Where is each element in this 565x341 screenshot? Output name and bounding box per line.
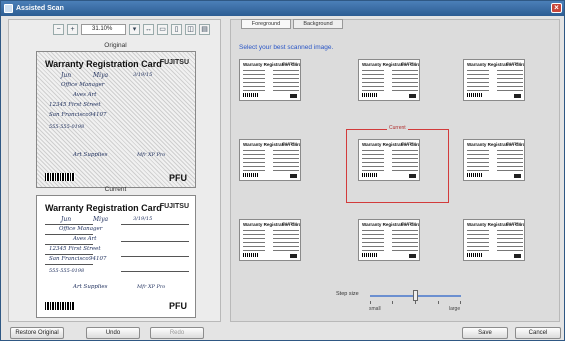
preview-toolbar: − + 31.10% ▾ ↔ ▭ ▯ ◫ ▤ [53, 22, 210, 36]
scan-candidate-thumbnail[interactable]: Warranty Registration Card FUJITSU [239, 219, 301, 261]
instruction-text: Select your best scanned image. [239, 44, 334, 51]
hw-business: Art Supplies [73, 284, 108, 290]
scan-candidate-thumbnail[interactable]: Warranty Registration Card FUJITSU [358, 59, 420, 101]
original-caption: Original [104, 42, 127, 49]
step-size-slider-handle[interactable] [413, 290, 418, 301]
fujitsu-logo: FUJITSU [159, 59, 189, 66]
fujitsu-logo: FUJITSU [159, 203, 189, 210]
hw-street: 12345 First Street [49, 102, 101, 108]
thumbnail-logo: FUJITSU [506, 142, 521, 146]
side-by-side-icon[interactable]: ◫ [185, 23, 196, 35]
current-thumbnail-label: Current [387, 125, 408, 131]
hw-phone: 555-555-0198 [49, 268, 85, 274]
zoom-field[interactable]: 31.10% [81, 23, 126, 35]
undo-button[interactable]: Undo [86, 327, 140, 339]
scan-candidate-thumbnail[interactable]: Warranty Registration Card FUJITSU [463, 139, 525, 181]
thumbnail-logo: FUJITSU [282, 142, 297, 146]
current-caption: Current [104, 186, 127, 193]
hw-city: San Francisco [49, 112, 89, 118]
current-scan-image: Warranty Registration Card FUJITSU Jun M… [36, 195, 196, 318]
hw-business: Art Supplies [73, 152, 108, 158]
hw-title: Office Manager [59, 226, 103, 232]
stacked-view-icon[interactable]: ▤ [199, 23, 210, 35]
hw-date: 3/19/15 [133, 72, 153, 78]
step-size-control: Step size small large [333, 290, 478, 320]
hw-phone: 555-555-0198 [49, 124, 85, 130]
assisted-scan-window: Assisted Scan × − + 31.10% ▾ ↔ ▭ ▯ ◫ ▤ O… [0, 0, 565, 341]
tab-background[interactable]: Background [293, 19, 343, 29]
tab-foreground[interactable]: Foreground [241, 19, 291, 29]
barcode [45, 173, 75, 181]
hw-title: Office Manager [61, 82, 105, 88]
thumbnail-logo: FUJITSU [506, 62, 521, 66]
restore-original-button[interactable]: Restore Original [10, 327, 64, 339]
hw-last-name: Miya [93, 72, 109, 79]
barcode [45, 302, 75, 310]
hw-street: 12345 First Street [49, 246, 101, 252]
current-thumbnail-frame: Current [346, 125, 449, 203]
cancel-button[interactable]: Cancel [515, 327, 561, 339]
zoom-dropdown-icon[interactable]: ▾ [129, 23, 140, 35]
app-icon [4, 4, 13, 13]
hw-zip: 94107 [89, 256, 107, 262]
original-scan-image: Warranty Registration Card FUJITSU Jun M… [36, 51, 196, 188]
scan-candidate-thumbnail[interactable]: Warranty Registration Card FUJITSU [358, 219, 420, 261]
hw-zip: 94107 [89, 112, 107, 118]
pfu-logo: PFU [169, 301, 187, 311]
save-button[interactable]: Save [462, 327, 508, 339]
card-title: Warranty Registration Card [45, 59, 162, 69]
hw-os: Mfr XP Pro [137, 152, 166, 158]
scan-candidate-thumbnail[interactable]: Warranty Registration Card FUJITSU [239, 139, 301, 181]
preview-pane: − + 31.10% ▾ ↔ ▭ ▯ ◫ ▤ Original Warranty… [8, 19, 221, 322]
zoom-out-icon[interactable]: − [53, 23, 64, 35]
hw-last-name: Miya [93, 216, 109, 223]
hw-first-name: Jun [61, 72, 72, 79]
thumbnail-logo: FUJITSU [401, 222, 416, 226]
scan-candidate-thumbnail[interactable]: Warranty Registration Card FUJITSU [463, 219, 525, 261]
thumbnail-logo: FUJITSU [282, 222, 297, 226]
step-large-label: large [449, 306, 461, 312]
thumbnail-logo: FUJITSU [282, 62, 297, 66]
hw-company: Aves Art [73, 92, 97, 98]
scan-candidate-thumbnail[interactable]: Warranty Registration Card FUJITSU [463, 59, 525, 101]
close-icon[interactable]: × [551, 3, 562, 13]
pfu-logo: PFU [169, 173, 187, 183]
fit-page-icon[interactable]: ▭ [157, 23, 168, 35]
redo-button[interactable]: Redo [150, 327, 204, 339]
hw-city: San Francisco [49, 256, 89, 262]
step-size-label: Step size [336, 291, 359, 297]
scan-candidate-thumbnail[interactable]: Warranty Registration Card FUJITSU [239, 59, 301, 101]
thumbnail-logo: FUJITSU [401, 62, 416, 66]
title-bar: Assisted Scan × [1, 1, 564, 16]
zoom-in-icon[interactable]: + [67, 23, 78, 35]
hw-os: Mfr XP Pro [137, 284, 166, 290]
hw-first-name: Jun [61, 216, 72, 223]
card-title: Warranty Registration Card [45, 203, 162, 213]
actual-size-icon[interactable]: ▯ [171, 23, 182, 35]
fit-width-icon[interactable]: ↔ [143, 23, 154, 35]
step-small-label: small [369, 306, 381, 312]
hw-date: 3/19/15 [133, 216, 153, 222]
hw-company: Aves Art [73, 236, 97, 242]
window-title: Assisted Scan [16, 5, 64, 12]
thumbnail-logo: FUJITSU [506, 222, 521, 226]
